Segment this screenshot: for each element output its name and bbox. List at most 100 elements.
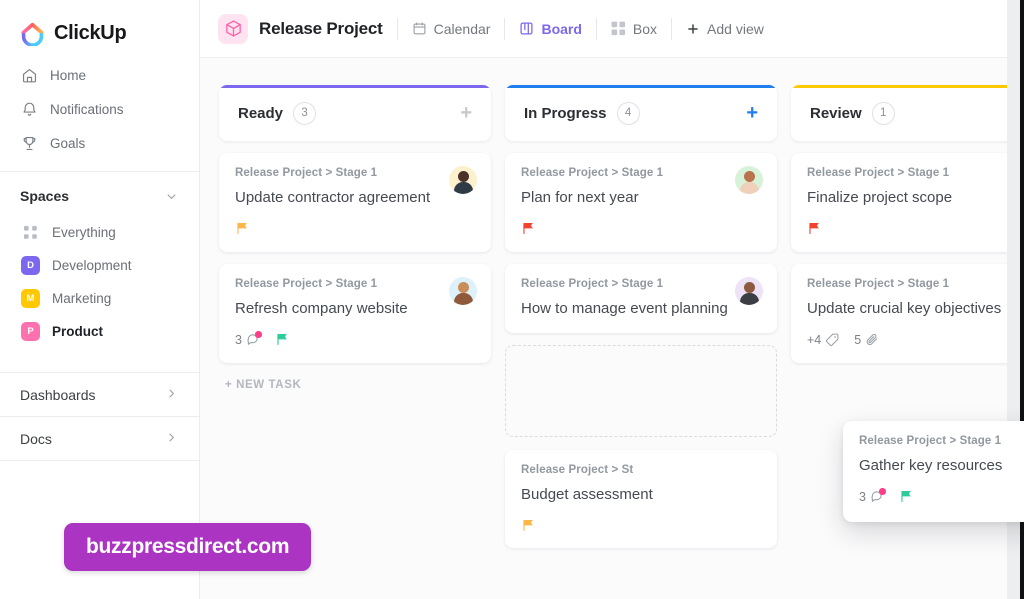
task-meta (235, 220, 475, 238)
clickup-app: ClickUp Home Notifications Goals Spaces … (0, 0, 1024, 599)
task-card[interactable]: Release Project > St Budget assessment (505, 449, 777, 549)
task-title: How to manage event planning (521, 299, 728, 317)
comment-count-label: 3 (235, 332, 242, 347)
task-breadcrumb: Release Project > Stage 1 (859, 435, 1002, 447)
main-area: Release Project Calendar Board Box Add v… (200, 0, 1024, 599)
avatar[interactable] (449, 166, 477, 194)
sidebar: ClickUp Home Notifications Goals Spaces … (0, 0, 200, 599)
tab-label: Board (541, 20, 582, 37)
tag-count-label: +4 (807, 332, 822, 347)
column-accent-bar (791, 85, 1024, 88)
sidebar-item-docs[interactable]: Docs (0, 416, 199, 460)
sidebar-item-product[interactable]: P Product (0, 315, 199, 348)
sidebar-item-label: Development (52, 258, 132, 273)
task-title: Finalize project scope (807, 189, 953, 206)
space-badge-product: P (21, 322, 40, 341)
tab-calendar[interactable]: Calendar (412, 21, 490, 37)
tag-icon (825, 332, 840, 347)
avatar-body (739, 182, 759, 194)
comment-icon (246, 331, 262, 347)
home-icon (21, 67, 38, 84)
comment-count[interactable]: 3 (859, 488, 886, 504)
task-card[interactable]: Release Project > Stage 1 Update contrac… (219, 153, 491, 252)
sidebar-item-development[interactable]: D Development (0, 249, 199, 282)
add-task-button[interactable]: + (460, 103, 472, 123)
tag-count[interactable]: +4 (807, 332, 840, 347)
sidebar-footer: Dashboards Docs (0, 372, 199, 461)
app-logo-text: ClickUp (54, 21, 127, 44)
space-initial: P (27, 326, 34, 337)
space-badge-marketing: M (21, 289, 40, 308)
sidebar-item-label: Everything (52, 225, 116, 240)
toolbar-divider (504, 17, 506, 40)
sidebar-item-notifications[interactable]: Notifications (8, 92, 191, 126)
avatar[interactable] (735, 276, 763, 305)
add-task-button[interactable]: + (746, 103, 758, 123)
flag-icon[interactable] (275, 332, 290, 347)
sidebar-item-home[interactable]: Home (8, 58, 191, 92)
flag-icon[interactable] (899, 489, 914, 504)
space-badge-development: D (21, 256, 40, 275)
task-title: Budget assessment (521, 485, 653, 503)
task-meta (521, 220, 761, 238)
task-card[interactable]: Release Project > Stage 1 Finalize proje… (791, 153, 1024, 252)
flag-icon[interactable] (235, 221, 250, 236)
column-header[interactable]: Ready 3 + (219, 85, 491, 141)
avatar[interactable] (449, 276, 477, 305)
space-initial: M (26, 293, 35, 304)
avatar-head (743, 281, 755, 293)
app-logo[interactable]: ClickUp (0, 0, 199, 50)
add-view-button[interactable]: Add view (686, 21, 764, 37)
task-breadcrumb: Release Project > Stage 1 (807, 277, 950, 290)
flag-icon[interactable] (807, 221, 822, 236)
sidebar-item-label: Notifications (50, 101, 124, 117)
board-column-review: Review 1 Release Project > Stage 1 Final… (791, 85, 1024, 599)
task-breadcrumb: Release Project > Stage 1 (521, 277, 664, 290)
sidebar-item-everything[interactable]: Everything (0, 216, 199, 249)
sidebar-item-label: Goals (50, 135, 86, 151)
column-header[interactable]: In Progress 4 + (505, 85, 777, 141)
flag-icon[interactable] (521, 518, 536, 533)
primary-nav: Home Notifications Goals (0, 58, 199, 160)
task-card[interactable]: Release Project > Stage 1 Plan for next … (505, 153, 777, 252)
flag-icon[interactable] (521, 221, 536, 236)
sidebar-item-label: Docs (20, 430, 52, 447)
task-title: Gather key resources (859, 457, 1003, 474)
tab-board[interactable]: Board (519, 20, 582, 37)
spaces-title: Spaces (20, 188, 70, 204)
sidebar-item-marketing[interactable]: M Marketing (0, 282, 199, 315)
task-card[interactable]: Release Project > Stage 1 Refresh compan… (219, 263, 491, 363)
task-title: Update crucial key objectives (807, 299, 1002, 317)
view-toolbar: Release Project Calendar Board Box Add v… (200, 0, 1024, 58)
task-meta: 3 (235, 331, 475, 349)
task-card[interactable]: Release Project > Stage 1 How to manage … (505, 263, 777, 333)
sidebar-item-label: Home (50, 67, 87, 83)
spaces-header[interactable]: Spaces (0, 176, 199, 216)
avatar-head (457, 281, 469, 293)
comment-icon (870, 488, 886, 504)
chevron-down-icon[interactable] (164, 189, 179, 204)
watermark-badge: buzzpressdirect.com (64, 523, 312, 571)
dragging-task-card[interactable]: Release Project > Stage 1 Gather key res… (843, 421, 1024, 522)
sidebar-item-dashboards[interactable]: Dashboards (0, 372, 199, 416)
column-count-badge: 4 (616, 101, 640, 125)
tab-box[interactable]: Box (611, 21, 657, 37)
avatar-head (743, 171, 755, 182)
task-card[interactable]: Release Project > Stage 1 Update crucial… (791, 263, 1024, 363)
avatar[interactable] (735, 166, 763, 194)
attachment-count[interactable]: 5 (854, 332, 880, 347)
task-meta: 3 (859, 488, 1024, 506)
comment-count[interactable]: 3 (235, 331, 262, 347)
column-header[interactable]: Review 1 (791, 85, 1024, 141)
task-breadcrumb: Release Project > Stage 1 (521, 167, 664, 179)
toolbar-divider (396, 17, 398, 40)
new-task-button[interactable]: + NEW TASK (219, 363, 491, 391)
sidebar-item-goals[interactable]: Goals (8, 126, 191, 160)
sidebar-divider (0, 171, 199, 172)
calendar-icon (412, 21, 427, 36)
task-meta: +4 5 (807, 331, 1024, 349)
drop-placeholder (505, 344, 777, 437)
board-column-ready: Ready 3 + Release Project > Stage 1 Upda… (219, 85, 491, 599)
space-initial: D (27, 260, 34, 271)
trophy-icon (21, 135, 38, 152)
